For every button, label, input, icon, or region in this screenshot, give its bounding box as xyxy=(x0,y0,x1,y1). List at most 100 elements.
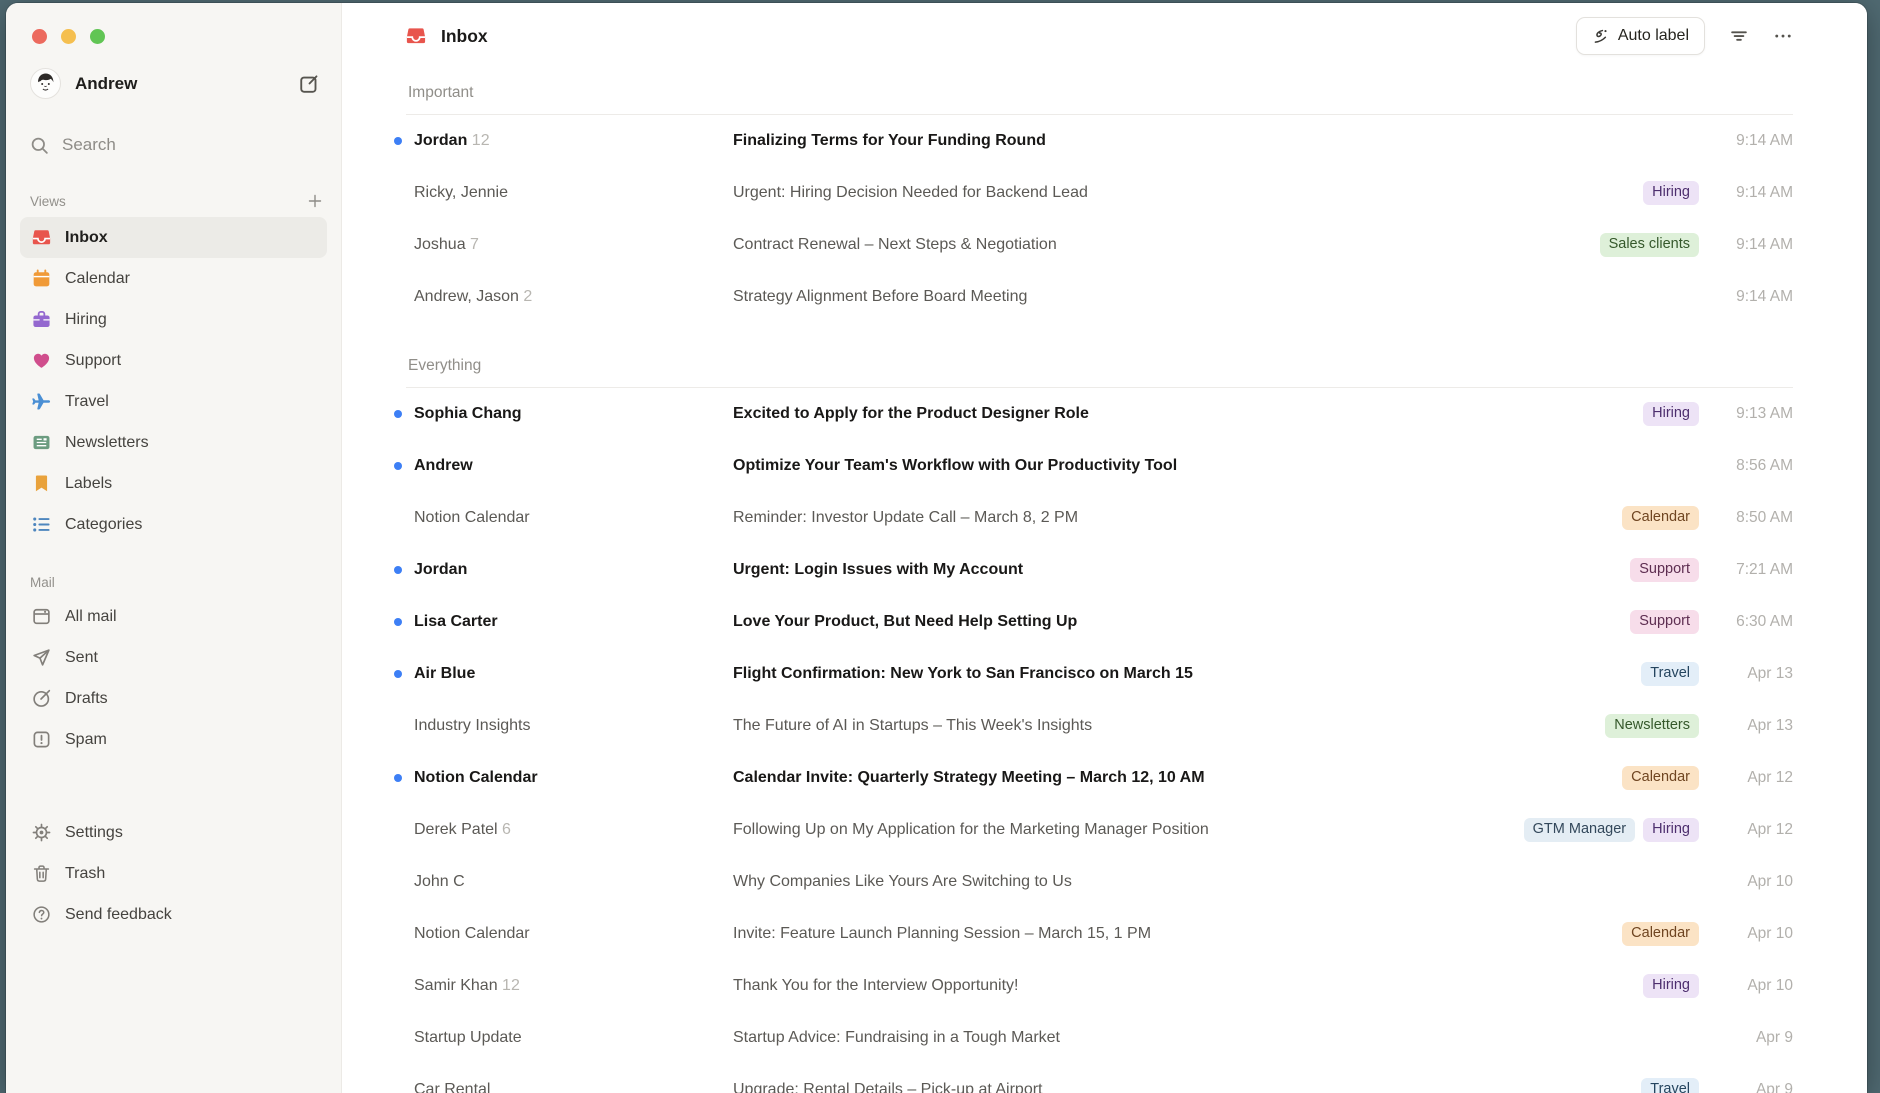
sidebar-item-spam[interactable]: Spam xyxy=(20,719,327,760)
compose-button[interactable] xyxy=(297,72,321,96)
email-row[interactable]: Lisa CarterLove Your Product, But Need H… xyxy=(406,596,1793,648)
app-window: Andrew Search Views InboxCalendarHiringS… xyxy=(6,3,1867,1093)
send-icon xyxy=(32,648,51,667)
email-row[interactable]: Industry InsightsThe Future of AI in Sta… xyxy=(406,700,1793,752)
tag-support[interactable]: Support xyxy=(1630,610,1699,634)
minimize-window-button[interactable] xyxy=(61,29,76,44)
sidebar-item-send-feedback[interactable]: Send feedback xyxy=(20,894,327,935)
email-list: ImportantJordan 12Finalizing Terms for Y… xyxy=(342,69,1867,1093)
inbox-icon xyxy=(32,228,51,247)
avatar[interactable] xyxy=(30,68,61,99)
add-view-button[interactable] xyxy=(305,191,325,211)
sidebar-item-labels[interactable]: Labels xyxy=(20,463,327,504)
mail-label: Mail xyxy=(30,575,55,590)
zoom-window-button[interactable] xyxy=(90,29,105,44)
unread-dot-column xyxy=(394,410,414,418)
tag-newsletters[interactable]: Newsletters xyxy=(1605,714,1699,738)
email-subject: Reminder: Investor Update Call – March 8… xyxy=(733,509,1616,527)
more-options-icon[interactable] xyxy=(1773,26,1793,46)
window-controls xyxy=(20,3,327,44)
plus-icon xyxy=(307,193,323,209)
sidebar-item-travel[interactable]: Travel xyxy=(20,381,327,422)
search-input[interactable]: Search xyxy=(20,129,327,161)
email-row[interactable]: Jordan 12Finalizing Terms for Your Fundi… xyxy=(406,115,1793,167)
email-sender: Startup Update xyxy=(414,1029,733,1047)
tag-travel[interactable]: Travel xyxy=(1641,662,1699,686)
close-window-button[interactable] xyxy=(32,29,47,44)
tag-hiring[interactable]: Hiring xyxy=(1643,402,1699,426)
email-row[interactable]: Notion CalendarCalendar Invite: Quarterl… xyxy=(406,752,1793,804)
email-row[interactable]: Sophia ChangExcited to Apply for the Pro… xyxy=(406,388,1793,440)
email-row[interactable]: Derek Patel 6Following Up on My Applicat… xyxy=(406,804,1793,856)
email-sender: Joshua 7 xyxy=(414,236,733,254)
email-row[interactable]: Andrew, Jason 2Strategy Alignment Before… xyxy=(406,271,1793,323)
tag-support[interactable]: Support xyxy=(1630,558,1699,582)
email-row[interactable]: JordanUrgent: Login Issues with My Accou… xyxy=(406,544,1793,596)
sidebar-item-categories[interactable]: Categories xyxy=(20,504,327,545)
email-row[interactable]: Notion CalendarReminder: Investor Update… xyxy=(406,492,1793,544)
tag-gtm-manager[interactable]: GTM Manager xyxy=(1524,818,1635,842)
tag-hiring[interactable]: Hiring xyxy=(1643,181,1699,205)
heart-icon xyxy=(32,351,51,370)
sidebar-item-label: Drafts xyxy=(65,690,108,708)
sidebar: Andrew Search Views InboxCalendarHiringS… xyxy=(6,3,342,1093)
email-row[interactable]: Car RentalUpgrade: Rental Details – Pick… xyxy=(406,1064,1793,1093)
tag-hiring[interactable]: Hiring xyxy=(1643,974,1699,998)
email-row[interactable]: Samir Khan 12Thank You for the Interview… xyxy=(406,960,1793,1012)
views-label: Views xyxy=(30,194,66,209)
section-title: Everything xyxy=(406,323,1793,388)
email-sender: John C xyxy=(414,873,733,891)
email-row[interactable]: Ricky, JennieUrgent: Hiring Decision Nee… xyxy=(406,167,1793,219)
views-nav: InboxCalendarHiringSupportTravelNewslett… xyxy=(20,217,327,545)
email-row[interactable]: Air BlueFlight Confirmation: New York to… xyxy=(406,648,1793,700)
email-sender: Andrew, Jason 2 xyxy=(414,288,733,306)
email-subject: Urgent: Login Issues with My Account xyxy=(733,561,1624,579)
filter-icon[interactable] xyxy=(1729,26,1749,46)
tag-sales-clients[interactable]: Sales clients xyxy=(1600,233,1699,257)
email-subject: Invite: Feature Launch Planning Session … xyxy=(733,925,1616,943)
sidebar-item-hiring[interactable]: Hiring xyxy=(20,299,327,340)
email-subject: Calendar Invite: Quarterly Strategy Meet… xyxy=(733,769,1616,787)
spam-icon xyxy=(32,730,51,749)
email-sender: Notion Calendar xyxy=(414,925,733,943)
email-time: 6:30 AM xyxy=(1705,613,1793,631)
inbox-icon xyxy=(406,26,426,46)
tag-hiring[interactable]: Hiring xyxy=(1643,818,1699,842)
email-tags: GTM Manager Hiring xyxy=(1524,818,1699,842)
unread-dot xyxy=(394,670,402,678)
email-row[interactable]: Notion CalendarInvite: Feature Launch Pl… xyxy=(406,908,1793,960)
search-icon xyxy=(30,136,49,155)
sidebar-item-support[interactable]: Support xyxy=(20,340,327,381)
sidebar-item-sent[interactable]: Sent xyxy=(20,637,327,678)
mail-nav: All mail Sent Drafts Spam xyxy=(20,596,327,760)
email-row[interactable]: Joshua 7Contract Renewal – Next Steps & … xyxy=(406,219,1793,271)
email-row[interactable]: AndrewOptimize Your Team's Workflow with… xyxy=(406,440,1793,492)
user-name[interactable]: Andrew xyxy=(75,74,283,94)
sidebar-item-settings[interactable]: Settings xyxy=(20,812,327,853)
email-row[interactable]: Startup UpdateStartup Advice: Fundraisin… xyxy=(406,1012,1793,1064)
bookmark-icon xyxy=(32,474,51,493)
tag-calendar[interactable]: Calendar xyxy=(1622,922,1699,946)
sidebar-item-trash[interactable]: Trash xyxy=(20,853,327,894)
email-sender: Car Rental xyxy=(414,1081,733,1093)
email-tags: Travel xyxy=(1641,662,1699,686)
sidebar-item-newsletters[interactable]: Newsletters xyxy=(20,422,327,463)
email-subject: Contract Renewal – Next Steps & Negotiat… xyxy=(733,236,1594,254)
tag-calendar[interactable]: Calendar xyxy=(1622,506,1699,530)
sidebar-item-all-mail[interactable]: All mail xyxy=(20,596,327,637)
tag-calendar[interactable]: Calendar xyxy=(1622,766,1699,790)
email-subject: Strategy Alignment Before Board Meeting xyxy=(733,288,1705,306)
sidebar-item-drafts[interactable]: Drafts xyxy=(20,678,327,719)
sidebar-item-calendar[interactable]: Calendar xyxy=(20,258,327,299)
email-subject: Why Companies Like Yours Are Switching t… xyxy=(733,873,1705,891)
auto-label-button[interactable]: Auto label xyxy=(1576,17,1705,55)
sidebar-item-label: Settings xyxy=(65,824,123,842)
sidebar-item-label: Sent xyxy=(65,649,98,667)
sidebar-item-inbox[interactable]: Inbox xyxy=(20,217,327,258)
sidebar-item-label: Labels xyxy=(65,475,112,493)
email-tags: Calendar xyxy=(1622,766,1699,790)
email-sender: Samir Khan 12 xyxy=(414,977,733,995)
email-row[interactable]: John CWhy Companies Like Yours Are Switc… xyxy=(406,856,1793,908)
help-icon xyxy=(32,905,51,924)
all-mail-icon xyxy=(32,607,51,626)
